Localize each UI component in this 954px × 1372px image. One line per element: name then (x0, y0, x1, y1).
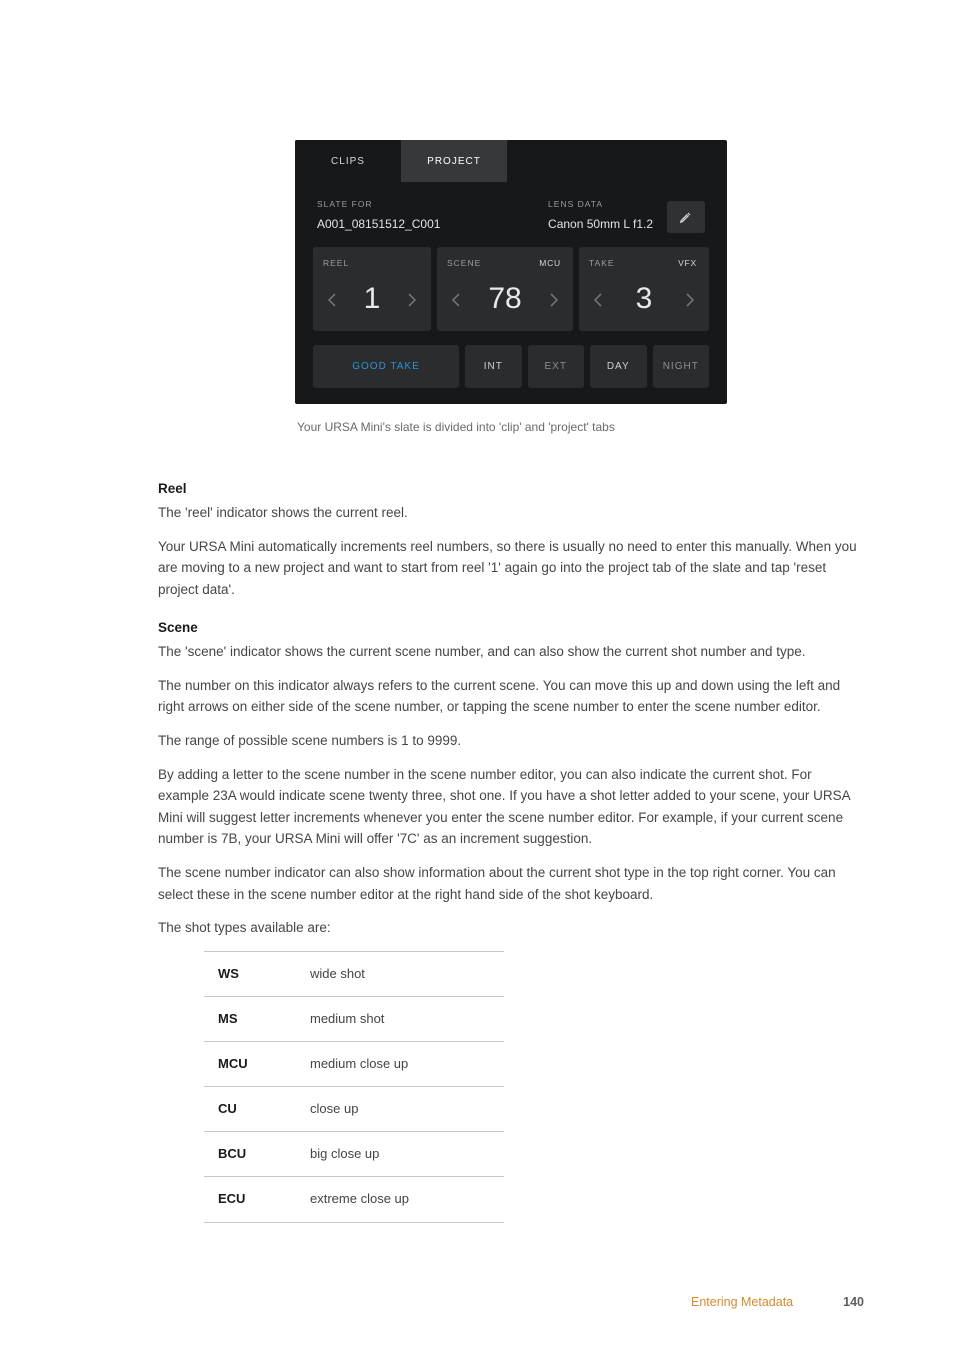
body-text: The range of possible scene numbers is 1… (158, 730, 864, 752)
table-row: CUclose up (204, 1087, 504, 1132)
shot-desc: medium shot (304, 996, 504, 1041)
slate-panel: CLIPS PROJECT SLATE FOR A001_08151512_C0… (295, 140, 727, 404)
reel-prev-button[interactable] (323, 288, 341, 312)
shot-abbr: ECU (204, 1177, 304, 1222)
take-value: 3 (636, 276, 653, 323)
edit-lens-button[interactable] (667, 201, 705, 233)
shot-desc: big close up (304, 1132, 504, 1177)
table-row: MSmedium shot (204, 996, 504, 1041)
shot-desc: extreme close up (304, 1177, 504, 1222)
table-row: ECUextreme close up (204, 1177, 504, 1222)
shot-types-table: WSwide shotMSmedium shotMCUmedium close … (204, 951, 504, 1223)
take-badge: VFX (678, 257, 697, 270)
shot-abbr: BCU (204, 1132, 304, 1177)
ext-button[interactable]: EXT (528, 345, 585, 389)
slate-for-value: A001_08151512_C001 (317, 215, 440, 234)
lens-data-label: LENS DATA (548, 198, 653, 211)
shot-desc: close up (304, 1087, 504, 1132)
scene-next-button[interactable] (545, 288, 563, 312)
reel-label: REEL (323, 257, 421, 270)
body-text: The shot types available are: (158, 917, 864, 939)
shot-desc: medium close up (304, 1042, 504, 1087)
lens-data-block: LENS DATA Canon 50mm L f1.2 (548, 198, 653, 234)
table-row: WSwide shot (204, 951, 504, 996)
scene-value: 78 (488, 276, 521, 323)
body-text: The scene number indicator can also show… (158, 862, 864, 905)
scene-shot-type-badge: MCU (539, 257, 561, 270)
slate-for-label: SLATE FOR (317, 198, 440, 211)
take-counter[interactable]: TAKE VFX 3 (579, 247, 709, 331)
shot-abbr: CU (204, 1087, 304, 1132)
slate-tabs: CLIPS PROJECT (295, 140, 727, 182)
int-button[interactable]: INT (465, 345, 522, 389)
table-row: BCUbig close up (204, 1132, 504, 1177)
table-row: MCUmedium close up (204, 1042, 504, 1087)
scene-heading: Scene (158, 618, 864, 639)
lens-data-value: Canon 50mm L f1.2 (548, 215, 653, 234)
scene-prev-button[interactable] (447, 288, 465, 312)
shot-abbr: MCU (204, 1042, 304, 1087)
shot-desc: wide shot (304, 951, 504, 996)
footer-page-number: 140 (843, 1293, 864, 1312)
take-next-button[interactable] (681, 288, 699, 312)
reel-value: 1 (364, 276, 381, 323)
good-take-button[interactable]: GOOD TAKE (313, 345, 459, 389)
shot-abbr: MS (204, 996, 304, 1041)
scene-counter[interactable]: SCENE MCU 78 (437, 247, 573, 331)
reel-heading: Reel (158, 479, 864, 500)
night-button[interactable]: NIGHT (653, 345, 710, 389)
reel-next-button[interactable] (403, 288, 421, 312)
body-text: The 'reel' indicator shows the current r… (158, 502, 864, 524)
pencil-icon (679, 210, 693, 224)
page-footer: Entering Metadata 140 (158, 1293, 864, 1312)
slate-for-block: SLATE FOR A001_08151512_C001 (317, 198, 440, 234)
figure-caption: Your URSA Mini's slate is divided into '… (297, 418, 725, 437)
body-text: The number on this indicator always refe… (158, 675, 864, 718)
shot-abbr: WS (204, 951, 304, 996)
body-text: By adding a letter to the scene number i… (158, 764, 864, 850)
take-prev-button[interactable] (589, 288, 607, 312)
body-text: The 'scene' indicator shows the current … (158, 641, 864, 663)
reel-counter[interactable]: REEL 1 (313, 247, 431, 331)
tab-clips[interactable]: CLIPS (295, 140, 401, 182)
day-button[interactable]: DAY (590, 345, 647, 389)
slate-figure: CLIPS PROJECT SLATE FOR A001_08151512_C0… (295, 140, 727, 437)
body-text: Your URSA Mini automatically increments … (158, 536, 864, 601)
footer-section: Entering Metadata (691, 1293, 793, 1312)
tab-project[interactable]: PROJECT (401, 140, 507, 182)
